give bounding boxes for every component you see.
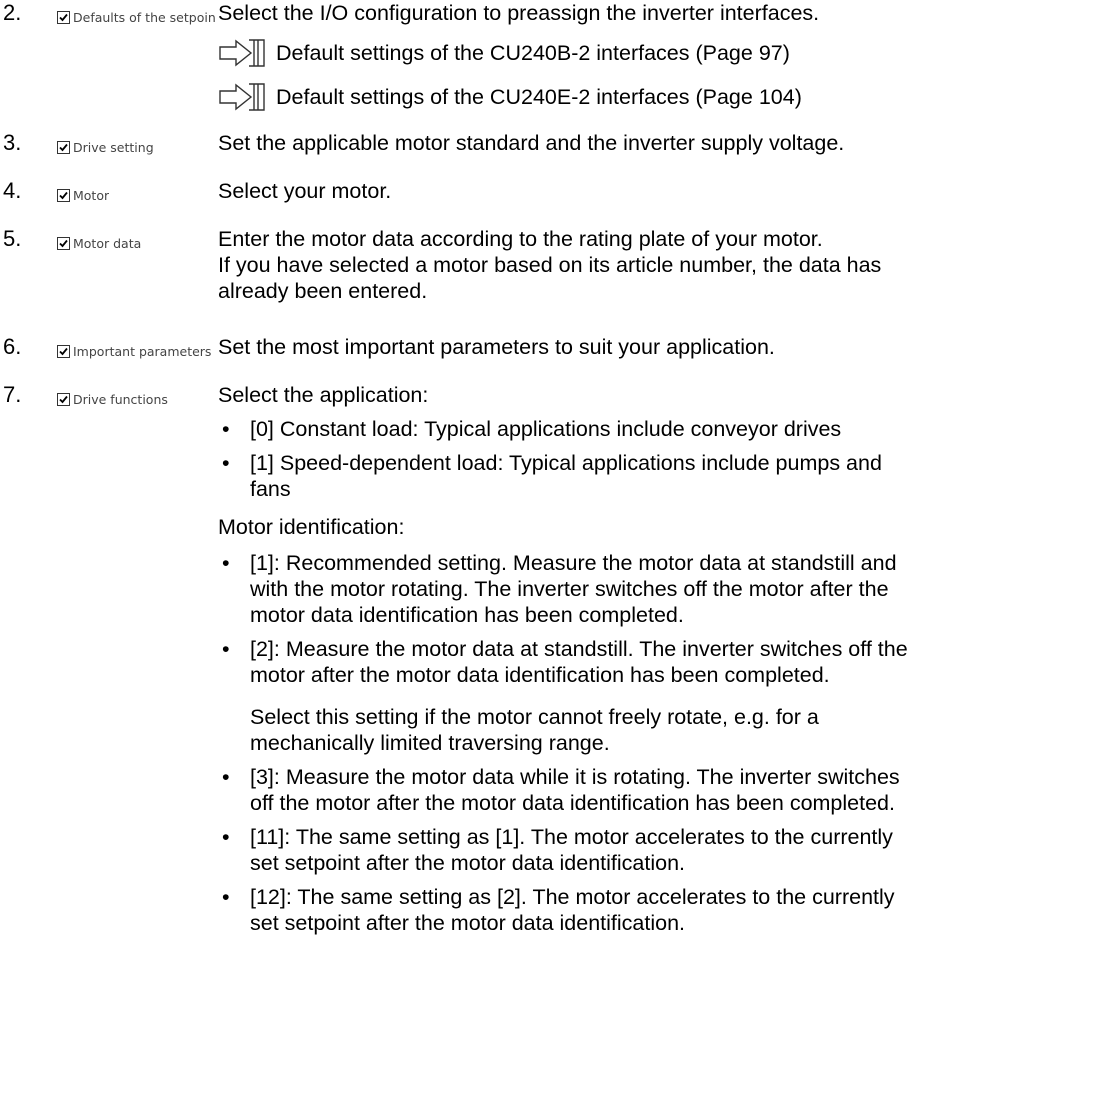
step-7-body: Select the application: [0] Constant loa… (218, 382, 918, 936)
step-number: 5. (3, 226, 22, 251)
step-text: Select your motor. (218, 179, 392, 203)
page-reference-arrow-icon (219, 83, 265, 111)
checkbox-checked-icon (57, 392, 70, 406)
reference-text: Default settings of the CU240B-2 interfa… (276, 41, 790, 65)
checkbox-drive-setting: Drive setting (57, 136, 154, 158)
application-options: [0] Constant load: Typical applications … (218, 416, 918, 502)
step-number: 6. (3, 334, 22, 359)
step-text: Enter the motor data according to the ra… (218, 226, 938, 304)
step-text: Set the applicable motor standard and th… (218, 131, 845, 155)
checkbox-motor-data: Motor data (57, 232, 141, 254)
step-number: 7. (3, 382, 22, 407)
page-reference-arrow-icon (219, 39, 265, 67)
checkbox-drive-functions: Drive functions (57, 388, 168, 410)
list-item: [12]: The same setting as [2]. The motor… (218, 884, 918, 936)
step-text-line: Enter the motor data according to the ra… (218, 227, 823, 251)
identification-note: Select this setting if the motor cannot … (250, 705, 819, 755)
step-text: Set the most important parameters to sui… (218, 335, 775, 359)
reference-link-cu240b2[interactable]: Default settings of the CU240B-2 interfa… (218, 38, 790, 68)
identification-heading: Motor identification: (218, 515, 405, 539)
list-item: [3]: Measure the motor data while it is … (218, 764, 918, 816)
checkbox-label: Drive setting (73, 139, 154, 155)
reference-link-cu240e2[interactable]: Default settings of the CU240E-2 interfa… (218, 82, 802, 112)
checkbox-defaults-setpoint: Defaults of the setpoin (57, 6, 216, 28)
list-item: [2]: Measure the motor data at standstil… (218, 636, 918, 688)
checkbox-label: Important parameters (73, 343, 212, 359)
checkbox-motor: Motor (57, 184, 109, 206)
checkbox-label: Motor (73, 187, 110, 203)
application-heading: Select the application: (218, 383, 429, 407)
step-text: Select the I/O configuration to preassig… (218, 1, 820, 25)
checkbox-checked-icon (57, 236, 70, 250)
identification-options-continued: [3]: Measure the motor data while it is … (218, 764, 918, 936)
checkbox-label: Drive functions (73, 391, 168, 407)
checkbox-label: Defaults of the setpoin (73, 9, 216, 25)
checkbox-checked-icon (57, 140, 70, 154)
step-number: 4. (3, 178, 22, 203)
step-text-line: If you have selected a motor based on it… (218, 253, 882, 303)
checkbox-label: Motor data (73, 235, 142, 251)
checkbox-important-parameters: Important parameters (57, 340, 211, 362)
checkbox-checked-icon (57, 10, 70, 24)
checkbox-checked-icon (57, 344, 70, 358)
reference-text: Default settings of the CU240E-2 interfa… (276, 85, 802, 109)
list-item: [0] Constant load: Typical applications … (218, 416, 918, 442)
checkbox-checked-icon (57, 188, 70, 202)
step-number: 2. (3, 0, 22, 25)
list-item: [1]: Recommended setting. Measure the mo… (218, 550, 918, 628)
list-item: [1] Speed-dependent load: Typical applic… (218, 450, 918, 502)
step-number: 3. (3, 130, 22, 155)
identification-options: [1]: Recommended setting. Measure the mo… (218, 550, 918, 688)
list-item: [11]: The same setting as [1]. The motor… (218, 824, 918, 876)
